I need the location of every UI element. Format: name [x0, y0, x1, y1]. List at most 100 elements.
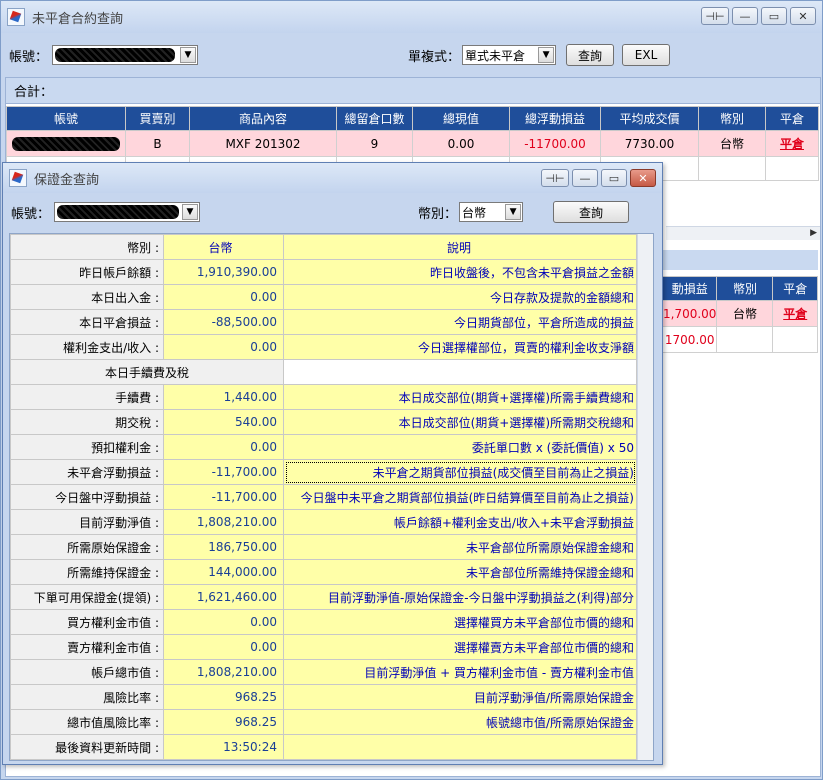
currency-select[interactable]: 台幣 ▼: [459, 202, 524, 222]
row-description: 未平倉部位所需原始保證金總和: [283, 534, 637, 560]
col-header-present-value[interactable]: 總現值: [412, 106, 510, 131]
maximize-icon[interactable]: ▭: [761, 7, 787, 25]
row-description: 本日成交部位(期貨+選擇權)所需期交稅總和: [283, 409, 637, 435]
col-header-avg-price[interactable]: 平均成交價: [600, 106, 699, 131]
account-select[interactable]: ▼: [54, 202, 201, 222]
close-position-link[interactable]: 平倉: [783, 307, 807, 321]
row-description: 本日成交部位(期貨+選擇權)所需手續費總和: [283, 384, 637, 410]
col-header-close[interactable]: 平倉: [772, 276, 818, 301]
row-description: [283, 734, 637, 760]
vertical-scrollbar[interactable]: [637, 234, 653, 760]
account-label: 帳號：: [11, 206, 51, 222]
summary-bar: 合計：: [6, 78, 820, 104]
pin-icon[interactable]: ⊣⊢: [701, 7, 729, 25]
table-row: 最後資料更新時間 : 13:50:24: [10, 734, 637, 760]
row-value: 1,808,210.00: [163, 659, 284, 685]
export-excel-button[interactable]: EXL: [622, 44, 671, 66]
table-row: 期交稅 : 540.00 本日成交部位(期貨+選擇權)所需期交稅總和: [10, 409, 637, 435]
table-row: 賣方權利金市值 : 0.00 選擇權賣方未平倉部位市價的總和: [10, 634, 637, 660]
redacted-account: [57, 205, 180, 219]
row-label: 所需原始保證金 :: [10, 534, 164, 560]
row-value: -11,700.00: [163, 459, 284, 485]
col-header-pl[interactable]: 動損益: [661, 276, 718, 301]
chevron-down-icon[interactable]: ▼: [182, 204, 199, 220]
currency-label: 幣別：: [418, 206, 458, 222]
row-label: 未平倉浮動損益 :: [10, 459, 164, 485]
row-value: 13:50:24: [163, 734, 284, 760]
margin-table: 幣別 : 台幣 說明 昨日帳戶餘額 : 1,910,390.00 昨日收盤後，不…: [10, 234, 637, 760]
margin-table-container: 幣別 : 台幣 說明 昨日帳戶餘額 : 1,910,390.00 昨日收盤後，不…: [9, 233, 654, 761]
row-value: 0.00: [163, 609, 284, 635]
row-value: 1,910,390.00: [163, 259, 284, 285]
redacted-account: [55, 48, 176, 62]
secondary-summary-bar: [662, 250, 818, 270]
row-description: 今日盤中未平倉之期貨部位損益(昨日結算價至目前為止之損益): [283, 484, 637, 510]
chevron-down-icon[interactable]: ▼: [180, 47, 197, 63]
currency-value: 台幣: [462, 205, 487, 220]
chevron-down-icon[interactable]: ▼: [538, 47, 555, 63]
currency-cell: 台幣: [698, 130, 766, 157]
pl-cell: 1,700.00: [661, 300, 718, 327]
close-icon[interactable]: ✕: [790, 7, 816, 25]
col-header-currency[interactable]: 幣別: [698, 106, 766, 131]
horizontal-scrollbar[interactable]: ▶: [666, 226, 820, 240]
col-header-account[interactable]: 帳號: [6, 106, 126, 131]
col-header-close[interactable]: 平倉: [765, 106, 819, 131]
product-cell: MXF 201302: [189, 130, 337, 157]
mode-select[interactable]: 單式未平倉 ▼: [462, 45, 557, 65]
table-row: 帳戶總市值 : 1,808,210.00 目前浮動淨值 + 買方權利金市值 - …: [10, 659, 637, 685]
pl-cell: 1700.00: [661, 326, 718, 353]
col-header-currency[interactable]: 幣別: [716, 276, 774, 301]
row-value: 0.00: [163, 334, 284, 360]
col-header-float-pl[interactable]: 總浮動損益: [509, 106, 601, 131]
maximize-icon[interactable]: ▭: [601, 169, 627, 187]
col-header-side[interactable]: 買賣別: [125, 106, 190, 131]
minimize-icon[interactable]: —: [572, 169, 598, 187]
row-label: 總市值風險比率 :: [10, 709, 164, 735]
col-header-product[interactable]: 商品內容: [189, 106, 337, 131]
row-label: 本日出入金 :: [10, 284, 164, 310]
close-icon[interactable]: ✕: [630, 169, 656, 187]
row-label: 權利金支出/收入 :: [10, 334, 164, 360]
account-cell: [6, 130, 126, 157]
col-header-lots[interactable]: 總留倉口數: [336, 106, 413, 131]
row-value: 1,808,210.00: [163, 509, 284, 535]
table-row: 所需維持保證金 : 144,000.00 未平倉部位所需維持保證金總和: [10, 559, 637, 585]
table-row: 總市值風險比率 : 968.25 帳號總市值/所需原始保證金: [10, 709, 637, 735]
row-description: 目前浮動淨值-原始保證金-今日盤中浮動損益之(利得)部分: [283, 584, 637, 610]
close-position-cell: [772, 326, 818, 353]
row-label: 所需維持保證金 :: [10, 559, 164, 585]
row-value: 0.00: [163, 634, 284, 660]
row-value: 144,000.00: [163, 559, 284, 585]
row-label: 預扣權利金 :: [10, 434, 164, 460]
currency-value-cell: 台幣: [163, 234, 284, 260]
lots-cell: 9: [336, 130, 413, 157]
row-value: 968.25: [163, 684, 284, 710]
table-row[interactable]: 1,700.00 台幣 平倉: [661, 300, 818, 327]
row-label: 手續費 :: [10, 384, 164, 410]
avg-price-cell: 7730.00: [600, 130, 699, 157]
row-description: 目前浮動淨值/所需原始保證金: [283, 684, 637, 710]
row-value: 968.25: [163, 709, 284, 735]
row-description: 選擇權賣方未平倉部位市價的總和: [283, 634, 637, 660]
table-row[interactable]: B MXF 201302 9 0.00 -11700.00 7730.00 台幣…: [6, 130, 819, 157]
positions-title-bar[interactable]: 未平倉合約查詢 ⊣⊢ — ▭ ✕: [1, 1, 822, 33]
margin-toolbar: 帳號： ▼ 幣別： 台幣 ▼ 查詢: [11, 199, 655, 225]
arrow-right-icon[interactable]: ▶: [810, 228, 817, 238]
close-position-link[interactable]: 平倉: [780, 137, 804, 151]
minimize-icon[interactable]: —: [732, 7, 758, 25]
query-button[interactable]: 查詢: [566, 44, 615, 66]
section-title: 本日手續費及稅: [10, 359, 284, 385]
row-description: 目前浮動淨值 + 買方權利金市值 - 賣方權利金市值: [283, 659, 637, 685]
pin-icon[interactable]: ⊣⊢: [541, 169, 569, 187]
secondary-panel: 動損益 幣別 平倉 1,700.00 台幣 平倉 1700.00: [661, 250, 818, 353]
row-description: 委託單口數 x (委託價值) x 50: [283, 434, 637, 460]
account-select[interactable]: ▼: [52, 45, 199, 65]
row-value: 186,750.00: [163, 534, 284, 560]
row-value: -11,700.00: [163, 484, 284, 510]
table-row: 權利金支出/收入 : 0.00 今日選擇權部位，買賣的權利金收支淨額: [10, 334, 637, 360]
margin-title-bar[interactable]: 保證金查詢 ⊣⊢ — ▭ ✕: [3, 163, 662, 193]
query-button[interactable]: 查詢: [553, 201, 630, 223]
row-value: 0.00: [163, 284, 284, 310]
chevron-down-icon[interactable]: ▼: [505, 204, 522, 220]
